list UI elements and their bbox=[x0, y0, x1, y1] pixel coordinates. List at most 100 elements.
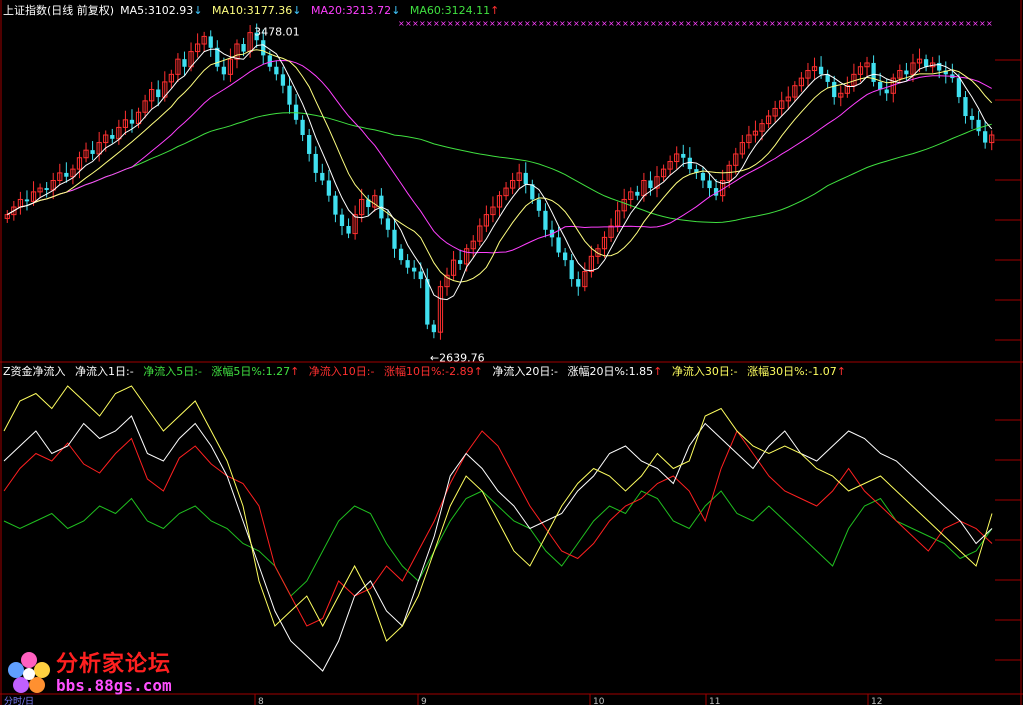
ma10-arrow-icon: ↓ bbox=[292, 4, 302, 17]
candle-down bbox=[832, 81, 837, 98]
candle-down bbox=[923, 59, 929, 67]
candle-down bbox=[556, 237, 561, 253]
candle-down bbox=[707, 180, 712, 189]
candle-down bbox=[635, 191, 640, 196]
ma60-marker: × bbox=[916, 19, 923, 28]
ma60-marker: × bbox=[440, 19, 447, 28]
forum-logo[interactable]: 分析家论坛 bbs.88gs.com bbox=[4, 644, 204, 702]
ma60-marker: × bbox=[475, 19, 482, 28]
candle-down bbox=[700, 172, 706, 181]
ma60-marker: × bbox=[699, 19, 706, 28]
month-label-10: 10 bbox=[593, 697, 605, 705]
ma60-marker: × bbox=[447, 19, 454, 28]
ma60-marker: × bbox=[629, 19, 636, 28]
ma60-marker: × bbox=[986, 19, 993, 28]
net5-label: 净流入5日:- bbox=[143, 365, 202, 378]
ma60-marker: × bbox=[909, 19, 916, 28]
candle-down bbox=[261, 40, 266, 56]
candle-down bbox=[339, 214, 345, 226]
candle-down bbox=[969, 116, 975, 120]
ma60-marker: × bbox=[888, 19, 895, 28]
net10-label: 净流入10日:- bbox=[308, 365, 375, 378]
ma60-marker: × bbox=[615, 19, 622, 28]
ma60-marker: × bbox=[650, 19, 657, 28]
candle-down bbox=[956, 78, 962, 98]
logo-url: bbs.88gs.com bbox=[56, 676, 172, 695]
ma60-marker: × bbox=[482, 19, 489, 28]
candle-down bbox=[543, 210, 548, 230]
candle-down bbox=[963, 97, 968, 117]
ma60-marker: × bbox=[657, 19, 664, 28]
ma60-marker: × bbox=[643, 19, 650, 28]
price-panel[interactable]: × × × × × × × × × × × × × × × × × × × × × × × × × × × × × × × × × × × × × × × ×… bbox=[4, 19, 995, 340]
price-legend: 上证指数(日线 前复权) MA5:3102.93↓ MA10:3177.36↓ M… bbox=[3, 4, 505, 18]
ma60-marker: × bbox=[454, 19, 461, 28]
pct10-label: 涨幅10日%:-2.89 bbox=[383, 365, 474, 378]
ma60-marker: × bbox=[839, 19, 846, 28]
candle-down bbox=[307, 134, 312, 154]
ma5-line bbox=[7, 44, 993, 301]
candle-down bbox=[346, 225, 351, 234]
candle-down bbox=[385, 218, 391, 230]
ma60-marker: × bbox=[951, 19, 958, 28]
ma60-marker: × bbox=[958, 19, 965, 28]
candle-down bbox=[431, 324, 437, 333]
ma60-marker: × bbox=[587, 19, 594, 28]
candle-down bbox=[208, 36, 213, 48]
month-label-11: 11 bbox=[709, 697, 720, 705]
ma60-marker: × bbox=[559, 19, 566, 28]
month-label-12: 12 bbox=[871, 697, 882, 705]
ma60-marker: × bbox=[594, 19, 601, 28]
pct10-arrow-icon: ↑ bbox=[473, 365, 483, 378]
candle-down bbox=[90, 150, 95, 154]
ma5-value: MA5:3102.93 bbox=[120, 4, 194, 17]
candle-down bbox=[287, 85, 292, 105]
ma60-marker: × bbox=[685, 19, 692, 28]
candle-down bbox=[280, 74, 286, 86]
candle-down bbox=[313, 153, 318, 173]
month-label-8: 8 bbox=[258, 697, 264, 705]
flow-legend: Z资金净流入 净流入1日:- 净流入5日:- 涨幅5日%:1.27↑ 净流入10… bbox=[3, 365, 852, 379]
candle-down bbox=[221, 66, 226, 75]
ma60-marker: × bbox=[790, 19, 797, 28]
pct5-arrow-icon: ↑ bbox=[290, 365, 300, 378]
ma60-marker: × bbox=[405, 19, 412, 28]
ma60-marker: × bbox=[874, 19, 881, 28]
ma60-marker: × bbox=[755, 19, 762, 28]
ma60-marker: × bbox=[538, 19, 545, 28]
ma60-marker: × bbox=[706, 19, 713, 28]
ma60-marker: × bbox=[601, 19, 608, 28]
candle-down bbox=[818, 66, 824, 75]
candle-down bbox=[64, 172, 69, 177]
ma60-marker: × bbox=[426, 19, 433, 28]
ma60-marker: × bbox=[881, 19, 888, 28]
ma60-marker: × bbox=[972, 19, 979, 28]
ma60-marker: × bbox=[748, 19, 755, 28]
low-annotation: ←2639.76 bbox=[430, 351, 485, 364]
candle-down bbox=[333, 195, 338, 215]
ma60-marker: × bbox=[503, 19, 510, 28]
flow-yellow-line bbox=[3, 385, 993, 642]
ma60-marker: × bbox=[510, 19, 517, 28]
ma20-value: MA20:3213.72 bbox=[310, 4, 392, 17]
ma60-marker: × bbox=[552, 19, 559, 28]
pct30-arrow-icon: ↑ bbox=[836, 365, 846, 378]
ma60-marker: × bbox=[398, 19, 405, 28]
ma60-marker: × bbox=[517, 19, 524, 28]
ma60-marker: × bbox=[930, 19, 937, 28]
stock-chart[interactable]: × × × × × × × × × × × × × × × × × × × × × × × × × × × × × × × × × × × × × × × ×… bbox=[0, 0, 1023, 705]
ma60-marker: × bbox=[573, 19, 580, 28]
candle-down bbox=[457, 260, 463, 264]
candle-down bbox=[569, 260, 574, 280]
candle-down bbox=[687, 157, 692, 170]
ma60-marker: × bbox=[580, 19, 587, 28]
ma60-marker: × bbox=[811, 19, 818, 28]
fund-flow-panel[interactable] bbox=[3, 385, 993, 672]
ma60-marker: × bbox=[678, 19, 685, 28]
legend-title: 上证指数(日线 前复权) bbox=[3, 4, 115, 17]
pct20-arrow-icon: ↑ bbox=[653, 365, 663, 378]
ma60-marker: × bbox=[622, 19, 629, 28]
net1-label: 净流入1日:- bbox=[75, 365, 134, 378]
grid-lines bbox=[0, 0, 1023, 705]
ma60-marker: × bbox=[727, 19, 734, 28]
